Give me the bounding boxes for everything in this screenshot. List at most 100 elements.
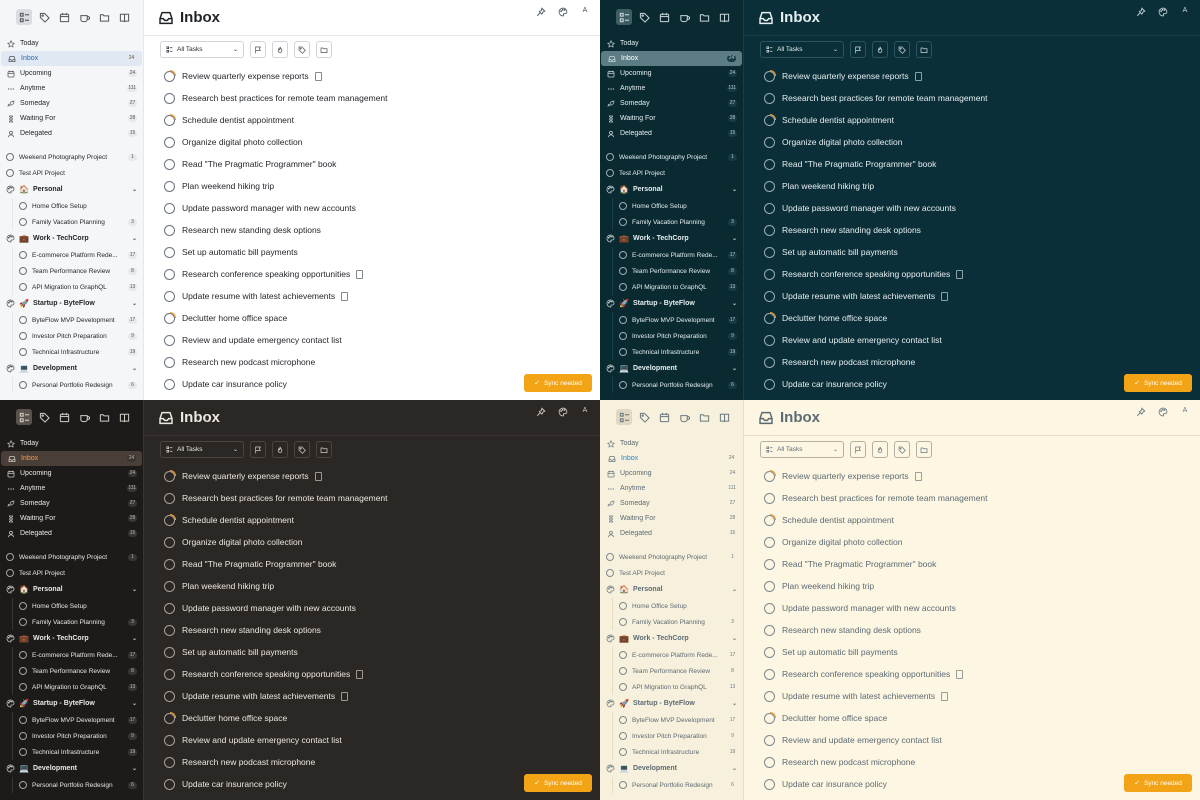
- task-title[interactable]: Plan weekend hiking trip: [182, 581, 274, 591]
- sidebar-item-someday[interactable]: Someday 27: [600, 96, 743, 111]
- palette-icon[interactable]: [558, 407, 568, 417]
- project-item[interactable]: ByteFlow MVP Development 17: [613, 712, 743, 728]
- task-filter-select[interactable]: All Tasks ⌄: [160, 441, 244, 458]
- project-item[interactable]: Test API Project: [0, 165, 143, 181]
- task-title[interactable]: Update password manager with new account…: [782, 603, 956, 613]
- area-header[interactable]: 💻 Development ⌄: [0, 760, 143, 777]
- folder-filter-button[interactable]: [916, 441, 932, 458]
- palette-icon[interactable]: [1158, 407, 1168, 417]
- task-checkbox[interactable]: [164, 778, 175, 790]
- task-checkbox[interactable]: [164, 602, 175, 614]
- task-row[interactable]: Update password manager with new account…: [164, 597, 600, 619]
- task-row[interactable]: Research conference speaking opportuniti…: [164, 663, 600, 685]
- sidebar-item-delegated[interactable]: Delegated 15: [600, 526, 743, 541]
- task-row[interactable]: Review and update emergency contact list: [764, 729, 1200, 751]
- list-view-button[interactable]: [16, 409, 32, 425]
- flag-filter-button[interactable]: [850, 441, 866, 458]
- task-checkbox[interactable]: [164, 378, 175, 390]
- pin-icon[interactable]: [1136, 407, 1146, 417]
- task-row[interactable]: Schedule dentist appointment: [164, 509, 600, 531]
- calendar-view-button[interactable]: [56, 409, 72, 425]
- task-title[interactable]: Schedule dentist appointment: [182, 515, 294, 525]
- folder-view-button[interactable]: [96, 409, 112, 425]
- project-item[interactable]: Team Performance Review 8: [613, 663, 743, 679]
- folder-filter-button[interactable]: [316, 41, 332, 58]
- task-row[interactable]: Plan weekend hiking trip: [764, 175, 1200, 197]
- project-item[interactable]: E-commerce Platform Rede... 17: [613, 647, 743, 663]
- task-row[interactable]: Review and update emergency contact list: [164, 729, 600, 751]
- chevron-down-icon[interactable]: ⌄: [132, 635, 137, 642]
- task-row[interactable]: Plan weekend hiking trip: [164, 175, 600, 197]
- task-checkbox[interactable]: [764, 268, 775, 280]
- project-item[interactable]: ByteFlow MVP Development 17: [13, 312, 143, 328]
- task-title[interactable]: Read "The Pragmatic Programmer" book: [782, 159, 936, 169]
- task-title[interactable]: Declutter home office space: [782, 713, 887, 723]
- task-row[interactable]: Set up automatic bill payments: [764, 641, 1200, 663]
- task-checkbox[interactable]: [764, 158, 775, 170]
- task-filter-select[interactable]: All Tasks ⌄: [760, 441, 844, 458]
- task-checkbox[interactable]: [764, 690, 775, 702]
- area-header[interactable]: 💼 Work - TechCorp ⌄: [600, 230, 743, 247]
- tag-view-button[interactable]: [36, 9, 52, 25]
- sidebar-item-anytime[interactable]: Anytime 111: [0, 81, 143, 96]
- task-row[interactable]: Update password manager with new account…: [164, 197, 600, 219]
- task-title[interactable]: Declutter home office space: [182, 713, 287, 723]
- sidebar-item-today[interactable]: Today: [600, 436, 743, 451]
- task-row[interactable]: Research conference speaking opportuniti…: [764, 263, 1200, 285]
- task-title[interactable]: Review and update emergency contact list: [182, 735, 342, 745]
- coffee-view-button[interactable]: [76, 409, 92, 425]
- task-checkbox[interactable]: [164, 646, 175, 658]
- project-item[interactable]: Team Performance Review 8: [613, 263, 743, 279]
- font-icon[interactable]: A: [580, 407, 590, 417]
- task-title[interactable]: Set up automatic bill payments: [182, 647, 298, 657]
- task-checkbox[interactable]: [764, 756, 775, 768]
- task-checkbox[interactable]: [764, 513, 776, 526]
- task-row[interactable]: Read "The Pragmatic Programmer" book: [764, 553, 1200, 575]
- pin-icon[interactable]: [536, 7, 546, 17]
- project-item[interactable]: Investor Pitch Preparation 9: [13, 328, 143, 344]
- task-title[interactable]: Update car insurance policy: [182, 779, 287, 789]
- sync-needed-button[interactable]: ✓ Sync needed: [1124, 374, 1192, 392]
- sidebar-item-delegated[interactable]: Delegated 15: [0, 126, 143, 141]
- task-row[interactable]: Research new podcast microphone: [764, 751, 1200, 773]
- task-row[interactable]: Schedule dentist appointment: [164, 109, 600, 131]
- coffee-view-button[interactable]: [76, 9, 92, 25]
- font-icon[interactable]: A: [1180, 7, 1190, 17]
- task-row[interactable]: Update password manager with new account…: [764, 197, 1200, 219]
- task-row[interactable]: Review quarterly expense reports: [164, 65, 600, 87]
- task-checkbox[interactable]: [764, 378, 775, 390]
- task-row[interactable]: Research best practices for remote team …: [764, 87, 1200, 109]
- task-row[interactable]: Declutter home office space: [764, 707, 1200, 729]
- project-item[interactable]: E-commerce Platform Rede... 17: [13, 247, 143, 263]
- coffee-view-button[interactable]: [676, 9, 692, 25]
- task-title[interactable]: Update resume with latest achievements: [782, 691, 935, 701]
- task-checkbox[interactable]: [164, 756, 175, 768]
- task-filter-select[interactable]: All Tasks ⌄: [760, 41, 844, 58]
- task-checkbox[interactable]: [164, 290, 175, 302]
- task-checkbox[interactable]: [764, 356, 775, 368]
- pin-icon[interactable]: [1136, 7, 1146, 17]
- task-checkbox[interactable]: [164, 558, 175, 570]
- task-checkbox[interactable]: [764, 311, 776, 324]
- task-checkbox[interactable]: [164, 469, 176, 482]
- task-title[interactable]: Update car insurance policy: [782, 779, 887, 789]
- task-row[interactable]: Review and update emergency contact list: [764, 329, 1200, 351]
- project-item[interactable]: E-commerce Platform Rede... 17: [613, 247, 743, 263]
- project-item[interactable]: Team Performance Review 8: [13, 663, 143, 679]
- chevron-down-icon[interactable]: ⌄: [732, 235, 737, 242]
- area-header[interactable]: 🚀 Startup - ByteFlow ⌄: [600, 695, 743, 712]
- project-item[interactable]: Technical Infrastructure 19: [13, 744, 143, 760]
- chevron-down-icon[interactable]: ⌄: [732, 635, 737, 642]
- area-header[interactable]: 🏠 Personal ⌄: [0, 581, 143, 598]
- chevron-down-icon[interactable]: ⌄: [732, 700, 737, 707]
- task-title[interactable]: Research conference speaking opportuniti…: [182, 669, 350, 679]
- task-checkbox[interactable]: [764, 69, 776, 82]
- sidebar-item-anytime[interactable]: Anytime 111: [600, 481, 743, 496]
- flame-filter-button[interactable]: [272, 41, 288, 58]
- flag-filter-button[interactable]: [250, 441, 266, 458]
- task-checkbox[interactable]: [164, 492, 175, 504]
- task-row[interactable]: Read "The Pragmatic Programmer" book: [164, 553, 600, 575]
- project-item[interactable]: Home Office Setup: [613, 598, 743, 614]
- task-row[interactable]: Review quarterly expense reports: [164, 465, 600, 487]
- project-item[interactable]: Personal Portfolio Redesign 6: [13, 777, 143, 793]
